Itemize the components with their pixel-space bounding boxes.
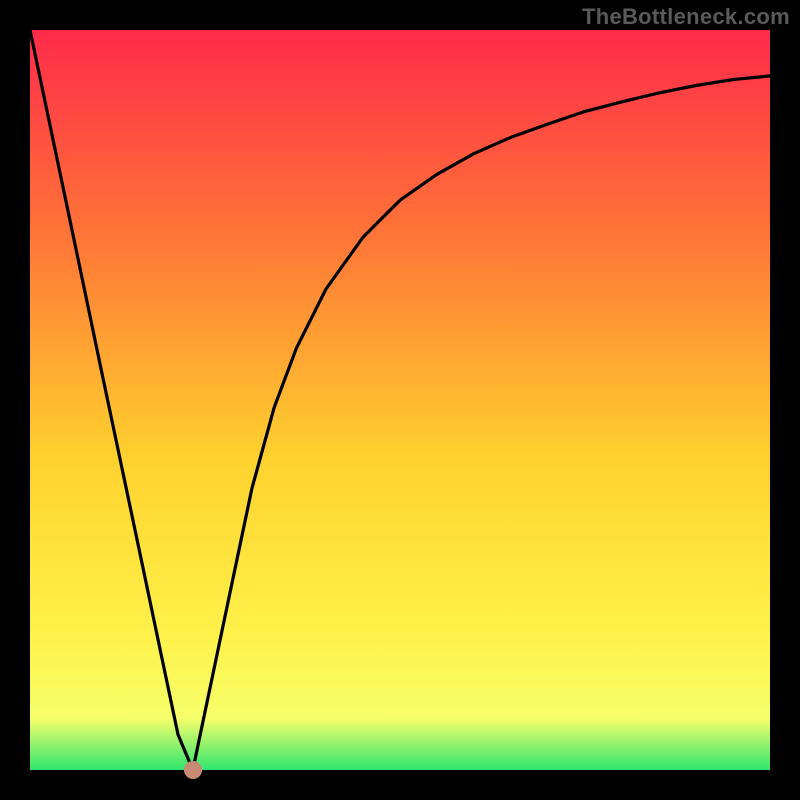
chart-container: { "attribution": "TheBottleneck.com", "c… [0, 0, 800, 800]
plot-area [30, 30, 770, 770]
attribution-label: TheBottleneck.com [582, 4, 790, 30]
optimal-point-marker [184, 761, 202, 779]
chart-svg [0, 0, 800, 800]
